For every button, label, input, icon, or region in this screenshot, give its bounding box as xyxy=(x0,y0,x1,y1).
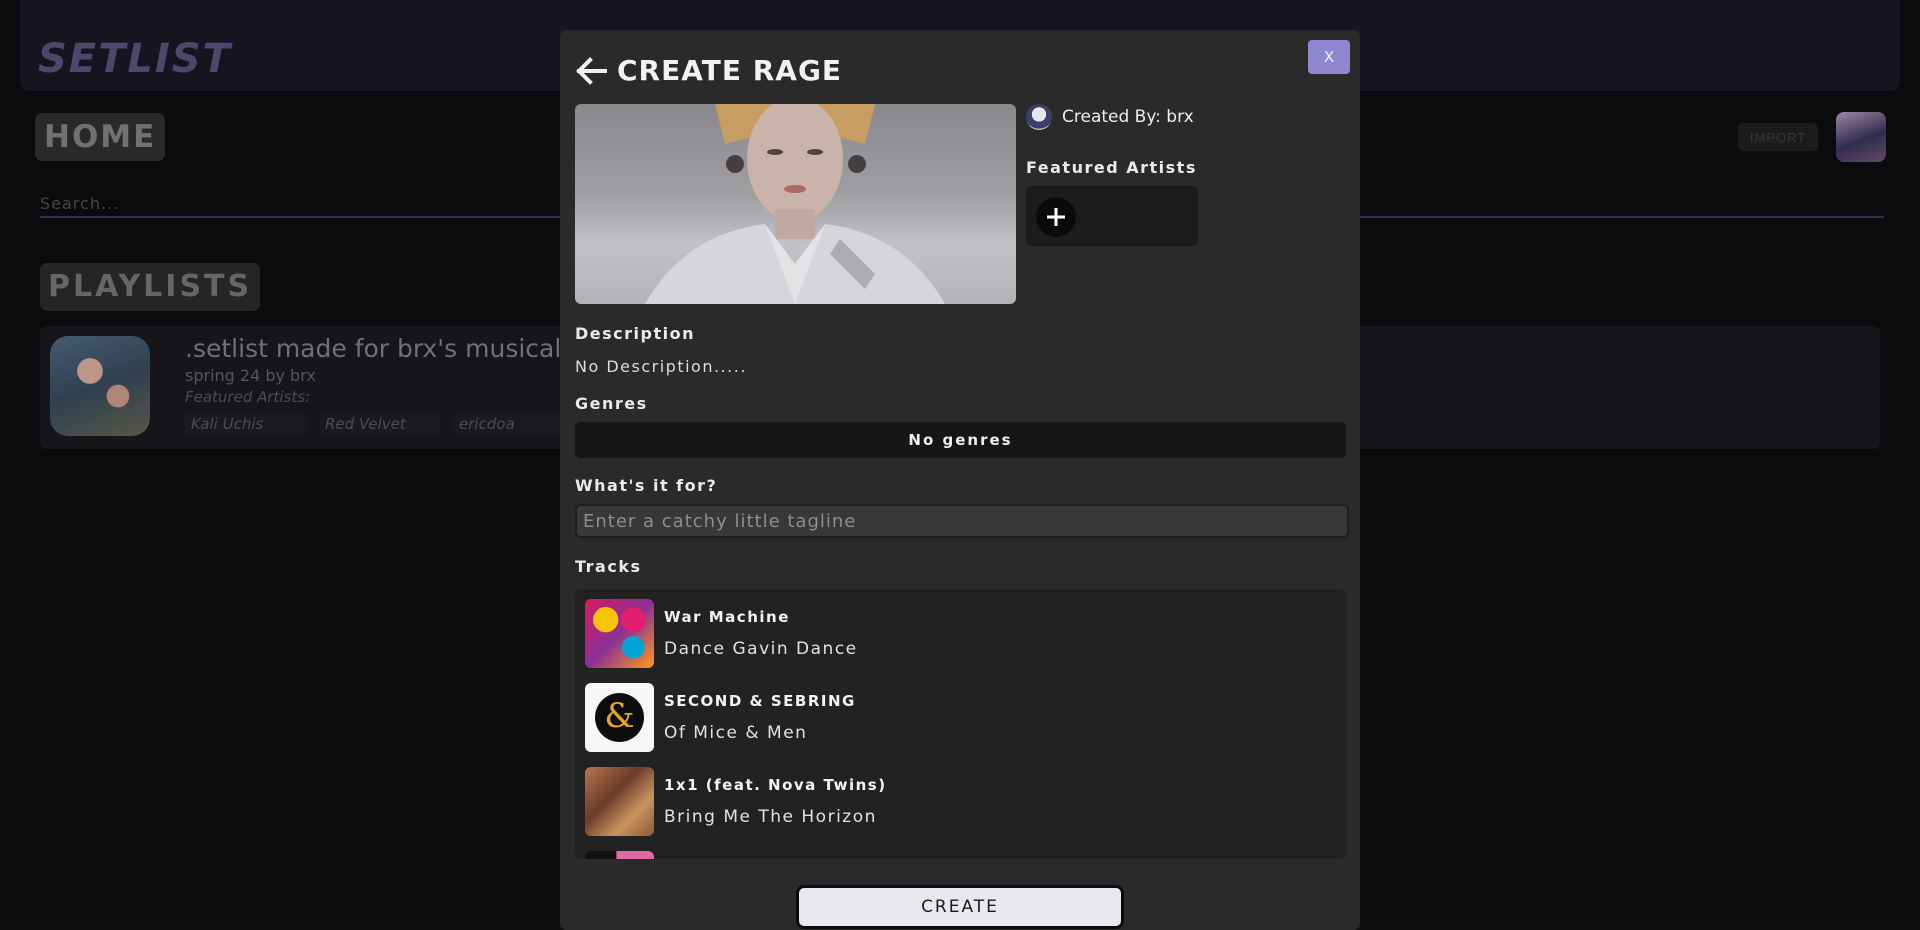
creator-avatar[interactable] xyxy=(1026,104,1052,130)
creator-info: Created By: brx xyxy=(1026,104,1194,130)
create-rage-modal: X CREATE RAGE Cr xyxy=(560,30,1360,930)
track-artist: Of Mice & Men xyxy=(664,723,807,743)
track-cover-image xyxy=(585,599,654,668)
modal-title: CREATE RAGE xyxy=(617,54,842,87)
track-artist: Bring Me The Horizon xyxy=(664,807,877,827)
arrow-left-icon[interactable] xyxy=(575,56,607,86)
tracks-heading: Tracks xyxy=(575,557,642,576)
track-cover-image: & xyxy=(585,683,654,752)
featured-artists-heading: Featured Artists xyxy=(1026,158,1197,177)
track-title: SECOND & SEBRING xyxy=(664,692,856,710)
track-item[interactable]: 1x1 (feat. Nova Twins) Bring Me The Hori… xyxy=(585,767,1325,837)
cover-image[interactable] xyxy=(575,104,1016,304)
description-text[interactable]: No Description..... xyxy=(575,357,747,376)
track-cover-image xyxy=(585,767,654,836)
close-button[interactable]: X xyxy=(1308,40,1350,74)
purpose-heading: What's it for? xyxy=(575,476,717,495)
genres-field[interactable]: No genres xyxy=(575,422,1346,458)
ampersand-logo-icon: & xyxy=(595,693,644,742)
modal-header: CREATE RAGE xyxy=(575,54,842,87)
create-button[interactable]: CREATE xyxy=(796,885,1124,929)
track-title: War Machine xyxy=(664,608,790,626)
created-by-text: Created By: brx xyxy=(1062,107,1194,127)
track-cover-image xyxy=(585,851,654,859)
plus-icon xyxy=(1045,206,1067,228)
track-item[interactable] xyxy=(585,851,1325,859)
track-item[interactable]: War Machine Dance Gavin Dance xyxy=(585,599,1325,669)
featured-artists-box xyxy=(1026,186,1198,246)
add-artist-button[interactable] xyxy=(1036,197,1076,237)
track-item[interactable]: & SECOND & SEBRING Of Mice & Men xyxy=(585,683,1325,753)
cover-portrait-illustration xyxy=(575,104,1016,304)
description-heading: Description xyxy=(575,324,695,343)
genres-heading: Genres xyxy=(575,394,648,413)
tagline-input[interactable] xyxy=(575,504,1349,538)
track-title: 1x1 (feat. Nova Twins) xyxy=(664,776,887,794)
track-artist: Dance Gavin Dance xyxy=(664,639,858,659)
tracks-list[interactable]: War Machine Dance Gavin Dance & SECOND &… xyxy=(575,589,1346,859)
